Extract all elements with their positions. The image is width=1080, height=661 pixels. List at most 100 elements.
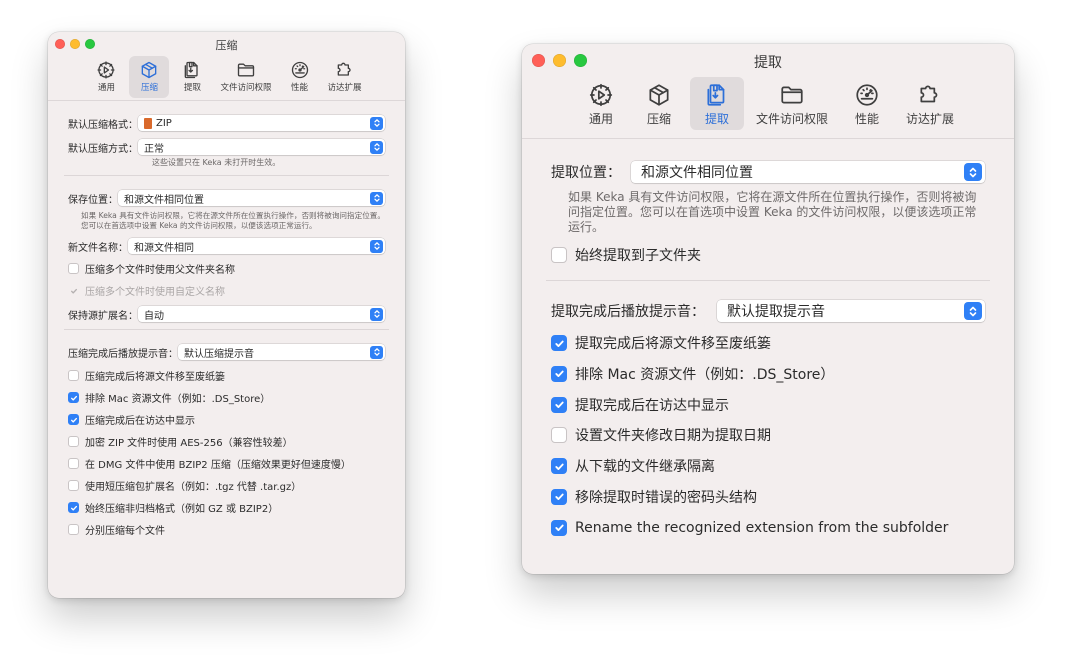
sound-row: 提取完成后播放提示音： 默认提取提示音 — [551, 299, 985, 323]
compression-preferences-window: 压缩 通用 压缩 提取 文件访问权限 性能 访达扩展 默认压缩格式： ZIP 默… — [48, 32, 405, 598]
checkbox-box[interactable] — [68, 436, 79, 447]
checkbox-box[interactable] — [68, 524, 79, 535]
tab-label: 性能 — [854, 112, 879, 126]
tab-label: 压缩 — [646, 112, 671, 126]
trash-source-checkbox[interactable]: 提取完成后将源文件移至废纸篓 — [551, 332, 985, 354]
extract-to-subfolder-checkbox[interactable]: 始终提取到子文件夹 — [551, 244, 985, 266]
checkbox-box[interactable] — [551, 427, 567, 444]
checkbox-box[interactable] — [551, 396, 567, 413]
tab-label: 通用 — [97, 83, 115, 93]
sound-value: 默认压缩提示音 — [184, 348, 254, 360]
inherit-quarantine-checkbox[interactable]: 从下载的文件继承隔离 — [551, 455, 985, 477]
extract-doc-icon — [707, 84, 725, 106]
checkbox-label: 排除 Mac 资源文件（例如：.DS_Store） — [575, 366, 835, 383]
checkbox-label: Rename the recognized extension from the… — [575, 519, 949, 536]
checkbox-box[interactable] — [551, 247, 567, 263]
show-in-finder-checkbox[interactable]: 压缩完成后在访达中显示 — [68, 412, 385, 427]
show-in-finder-checkbox[interactable]: 提取完成后在访达中显示 — [551, 394, 985, 416]
tab-file-access[interactable]: 文件访问权限 — [215, 56, 276, 98]
remove-bad-password-header-checkbox[interactable]: 移除提取时错误的密码头结构 — [551, 486, 985, 508]
custom-name-checkbox: 压缩多个文件时使用自定义名称 — [68, 283, 385, 298]
keep-extension-popup[interactable]: 自动 — [138, 306, 385, 322]
checkbox-label: 设置文件夹修改日期为提取日期 — [575, 428, 771, 445]
rename-extension-checkbox[interactable]: Rename the recognized extension from the… — [551, 517, 985, 539]
checkbox-label: 使用短压缩包扩展名（例如：.tgz 代替 .tar.gz） — [85, 482, 302, 493]
puzzle-icon — [920, 85, 938, 103]
tab-performance[interactable]: 性能 — [840, 77, 894, 130]
keep-extension-row: 保持源扩展名： 自动 — [68, 305, 385, 323]
checkbox-box[interactable] — [68, 392, 79, 403]
extract-location-label: 提取位置： — [551, 165, 621, 181]
tab-finder-extension[interactable]: 访达扩展 — [323, 56, 367, 98]
parent-folder-name-checkbox[interactable]: 压缩多个文件时使用父文件夹名称 — [68, 261, 385, 276]
tab-file-access[interactable]: 文件访问权限 — [748, 77, 836, 130]
trash-source-checkbox[interactable]: 压缩完成后将源文件移至废纸篓 — [68, 368, 385, 383]
checkbox-box[interactable] — [551, 365, 567, 382]
extract-doc-icon — [185, 61, 199, 79]
checkbox-box[interactable] — [551, 335, 567, 351]
sound-popup[interactable]: 默认压缩提示音 — [178, 344, 385, 360]
sound-popup[interactable]: 默认提取提示音 — [717, 300, 985, 322]
section-divider — [64, 329, 389, 330]
folder-icon — [237, 63, 255, 77]
tab-general[interactable]: 通用 — [574, 77, 628, 130]
tab-label: 提取 — [183, 83, 201, 93]
checkbox-box[interactable] — [68, 370, 79, 381]
checkbox-label: 分别压缩每个文件 — [85, 526, 165, 537]
save-location-popup[interactable]: 和源文件相同位置 — [118, 190, 385, 206]
checkbox-box[interactable] — [551, 458, 567, 475]
tab-label: 提取 — [704, 112, 729, 126]
gauge-icon — [856, 84, 878, 106]
compress-separately-checkbox[interactable]: 分别压缩每个文件 — [68, 522, 385, 537]
popup-chevron-icon — [964, 302, 982, 320]
checkbox-label: 始终提取到子文件夹 — [575, 248, 701, 264]
compress-non-archive-checkbox[interactable]: 始终压缩非归档格式（例如 GZ 或 BZIP2） — [68, 500, 385, 515]
short-extension-checkbox[interactable]: 使用短压缩包扩展名（例如：.tgz 代替 .tar.gz） — [68, 478, 385, 493]
tab-extract[interactable]: 提取 — [689, 77, 744, 130]
tab-label: 访达扩展 — [906, 112, 955, 126]
tab-compress[interactable]: 压缩 — [129, 56, 170, 98]
tab-performance[interactable]: 性能 — [280, 56, 320, 98]
folder-date-checkbox[interactable]: 设置文件夹修改日期为提取日期 — [551, 424, 985, 446]
checkbox-box — [68, 285, 79, 296]
save-location-value: 和源文件相同位置 — [124, 194, 204, 206]
checkbox-box[interactable] — [68, 414, 79, 425]
checkbox-box[interactable] — [551, 488, 567, 505]
checkbox-box[interactable] — [68, 502, 79, 513]
new-name-popup[interactable]: 和源文件相同 — [128, 238, 385, 254]
tab-label: 文件访问权限 — [755, 112, 828, 126]
tab-finder-extension[interactable]: 访达扩展 — [898, 77, 962, 130]
default-format-popup[interactable]: ZIP — [138, 115, 385, 131]
popup-chevron-icon — [370, 239, 383, 253]
checkbox-box[interactable] — [68, 480, 79, 491]
exclude-mac-files-checkbox[interactable]: 排除 Mac 资源文件（例如：.DS_Store） — [551, 363, 985, 385]
save-location-row: 保存位置： 和源文件相同位置 — [68, 189, 385, 207]
checkbox-box[interactable] — [68, 458, 79, 469]
tab-label: 压缩 — [140, 83, 158, 93]
sound-value: 默认提取提示音 — [727, 304, 825, 320]
checkbox-label: 加密 ZIP 文件时使用 AES-256（兼容性较差） — [85, 438, 293, 449]
checkbox-label: 压缩完成后在访达中显示 — [85, 416, 195, 427]
dmg-bzip2-checkbox[interactable]: 在 DMG 文件中使用 BZIP2 压缩（压缩效果更好但速度慢） — [68, 456, 385, 471]
tab-general[interactable]: 通用 — [86, 56, 126, 98]
extract-location-row: 提取位置： 和源文件相同位置 — [551, 160, 985, 184]
section-divider — [546, 280, 990, 281]
default-method-value: 正常 — [144, 143, 164, 155]
gear-icon — [589, 83, 613, 107]
extract-location-popup[interactable]: 和源文件相同位置 — [631, 161, 985, 183]
gear-icon — [97, 61, 116, 79]
checkbox-box[interactable] — [68, 263, 79, 274]
cube-icon — [649, 84, 669, 106]
tab-extract[interactable]: 提取 — [172, 56, 212, 98]
window-title: 提取 — [754, 55, 782, 71]
checkbox-label: 压缩多个文件时使用自定义名称 — [85, 287, 225, 298]
aes256-checkbox[interactable]: 加密 ZIP 文件时使用 AES-256（兼容性较差） — [68, 434, 385, 449]
sound-row: 压缩完成后播放提示音： 默认压缩提示音 — [68, 343, 385, 361]
tab-compress[interactable]: 压缩 — [632, 77, 686, 130]
default-method-popup[interactable]: 正常 — [138, 139, 385, 155]
default-format-value: ZIP — [156, 117, 172, 129]
gauge-icon — [291, 61, 308, 79]
default-method-row: 默认压缩方式： 正常 — [68, 138, 385, 156]
exclude-mac-files-checkbox[interactable]: 排除 Mac 资源文件（例如：.DS_Store） — [68, 390, 385, 405]
checkbox-box[interactable] — [551, 519, 567, 536]
